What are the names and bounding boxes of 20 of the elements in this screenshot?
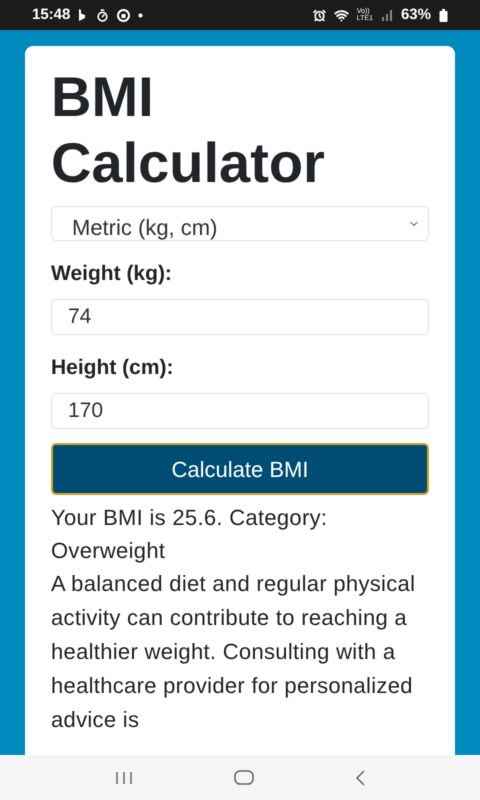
clock: 15:48 xyxy=(32,4,70,25)
home-icon[interactable] xyxy=(234,770,254,785)
battery-icon xyxy=(439,8,448,22)
timer-icon xyxy=(96,8,110,22)
alarm-icon xyxy=(312,8,326,22)
field-label: Height (cm): xyxy=(51,355,174,381)
recent-apps-icon[interactable] xyxy=(114,770,133,784)
dot-icon xyxy=(138,12,144,18)
calculate-button[interactable]: Calculate BMI xyxy=(51,443,429,495)
input-field[interactable]: 170 xyxy=(51,393,429,429)
input-field[interactable]: 74 xyxy=(51,299,429,335)
back-icon[interactable] xyxy=(355,770,366,786)
wifi-icon xyxy=(334,8,349,22)
unit-select[interactable]: Metric (kg, cm) xyxy=(51,206,429,241)
page-title: BMI Calculator xyxy=(51,64,326,196)
bmi-result: Your BMI is 25.6. Category: Overweight xyxy=(51,504,328,565)
field-label: Weight (kg): xyxy=(51,261,173,287)
signal-icon xyxy=(380,9,393,21)
battery-percent: 63% xyxy=(400,4,431,25)
advice-text: A balanced diet and regular physical activity can contribute to reaching a healthier weight. Consulting with a healthcare provider for personalized advice is xyxy=(51,570,416,734)
